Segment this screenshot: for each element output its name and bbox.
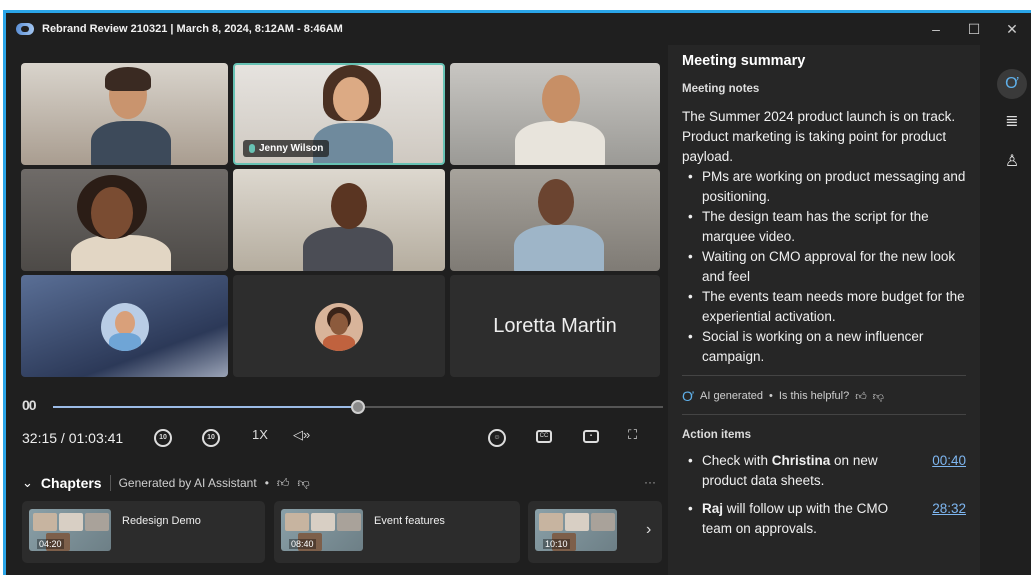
playback-time: 32:15 / 01:03:41 <box>22 430 124 446</box>
close-button[interactable]: ✕ <box>993 21 1031 38</box>
video-tile[interactable]: Loretta Martin <box>450 275 660 377</box>
action-item: Raj will follow up with the CMO team on … <box>688 499 966 539</box>
video-tile[interactable] <box>21 63 228 165</box>
thumbs-down-icon[interactable]: 👎︎ <box>873 390 884 403</box>
minimize-button[interactable]: – <box>917 21 955 37</box>
picture-in-picture-icon[interactable]: ▪ <box>583 430 599 443</box>
action-person: Christina <box>771 453 831 468</box>
progress-thumb[interactable] <box>351 400 365 414</box>
list-item: The design team has the script for the m… <box>688 207 966 247</box>
notes-intro: The Summer 2024 product launch is on tra… <box>682 109 956 164</box>
ai-feedback-row: Ơ AI generated • Is this helpful? 👍︎ 👎︎ <box>682 388 966 404</box>
timestamp-link[interactable]: 00:40 <box>932 451 966 471</box>
chapter-label: Redesign Demo <box>122 515 201 527</box>
chevron-right-icon[interactable]: › <box>646 521 651 539</box>
participants-icon[interactable]: ☺ <box>488 429 506 447</box>
list-item: Social is working on a new influencer ca… <box>688 327 966 367</box>
divider <box>109 475 111 491</box>
video-grid: Jenny Wilson Loretta Martin <box>21 63 663 383</box>
list-item: Waiting on CMO approval for the new look… <box>688 247 966 287</box>
speaker-name-tag: Jenny Wilson <box>243 140 330 157</box>
microphone-icon <box>249 144 255 153</box>
participant-avatar <box>315 303 363 351</box>
video-tile-active-speaker[interactable]: Jenny Wilson <box>233 63 445 165</box>
action-items-list: Check with Christina on new product data… <box>688 451 966 539</box>
generated-by-label: Generated by AI Assistant <box>118 476 257 490</box>
meeting-summary-panel: Meeting summary Meeting notes The Summer… <box>668 45 980 575</box>
chapter-time: 10:10 <box>543 539 570 549</box>
progress-fill <box>53 406 358 408</box>
participant-avatar <box>101 303 149 351</box>
chapter-card[interactable]: 10:10 <box>528 501 662 563</box>
chapter-time: 08:40 <box>289 539 316 549</box>
chapter-thumbnail: 10:10 <box>535 509 617 551</box>
ai-generated-label: AI generated <box>700 390 764 402</box>
notes-list: PMs are working on product messaging and… <box>688 167 966 367</box>
app-logo-icon <box>16 23 34 35</box>
chapter-time: 04:20 <box>37 539 64 549</box>
list-item: The events team needs more budget for th… <box>688 287 966 327</box>
app-window: Rebrand Review 210321 | March 8, 2024, 8… <box>3 10 1031 575</box>
side-rail: Ơ ≣ ♙ <box>992 45 1031 575</box>
action-person: Raj <box>702 501 724 516</box>
divider <box>682 375 966 376</box>
window-controls: – ☐ ✕ <box>917 13 1031 45</box>
maximize-button[interactable]: ☐ <box>955 21 993 38</box>
chapters-header: ⌄ Chapters Generated by AI Assistant • 👍… <box>22 475 310 491</box>
divider <box>682 414 966 415</box>
video-tile[interactable] <box>233 275 445 377</box>
helpful-prompt: Is this helpful? <box>778 390 850 402</box>
action-text: Check with <box>702 453 772 468</box>
more-options-icon[interactable]: ··· <box>644 475 656 489</box>
skip-back-icon[interactable]: 10 <box>154 429 172 447</box>
chapter-thumbnail: 08:40 <box>281 509 363 551</box>
panel-title: Meeting summary <box>682 53 806 69</box>
pause-icon[interactable]: 00 <box>22 397 37 413</box>
participant-name: Loretta Martin <box>493 315 617 337</box>
list-item: PMs are working on product messaging and… <box>688 167 966 207</box>
chapter-thumbnail: 04:20 <box>29 509 111 551</box>
dot-separator: • <box>769 390 773 402</box>
chapter-card[interactable]: 04:20 Redesign Demo <box>22 501 265 563</box>
progress-slider[interactable] <box>53 400 663 414</box>
thumbs-up-icon[interactable]: 👍︎ <box>277 476 290 491</box>
action-items-heading: Action items <box>682 429 752 441</box>
speed-button[interactable]: 1X <box>252 427 268 442</box>
window-title: Rebrand Review 210321 | March 8, 2024, 8… <box>42 23 343 35</box>
notes-heading: Meeting notes <box>682 83 760 95</box>
video-tile[interactable] <box>450 63 660 165</box>
notes-icon[interactable]: ≣ <box>997 107 1027 137</box>
action-text: will follow up with the CMO team on appr… <box>702 501 889 536</box>
video-tile[interactable] <box>233 169 445 271</box>
thumbs-down-icon[interactable]: 👎︎ <box>297 476 309 491</box>
action-item: Check with Christina on new product data… <box>688 451 966 491</box>
chevron-down-icon[interactable]: ⌄ <box>22 475 33 491</box>
video-tile[interactable] <box>450 169 660 271</box>
copilot-icon: Ơ <box>682 388 695 404</box>
video-tile[interactable] <box>21 169 228 271</box>
thumbs-up-icon[interactable]: 👍︎ <box>855 390 867 403</box>
chapter-label: Event features <box>374 515 445 527</box>
chapter-card[interactable]: 08:40 Event features <box>274 501 520 563</box>
copilot-icon[interactable]: Ơ <box>997 69 1027 99</box>
people-icon[interactable]: ♙ <box>997 147 1027 177</box>
speaker-name: Jenny Wilson <box>259 143 324 154</box>
skip-forward-icon[interactable]: 10 <box>202 429 220 447</box>
chapters-title[interactable]: Chapters <box>41 475 102 491</box>
captions-icon[interactable]: CC <box>536 430 552 443</box>
title-bar: Rebrand Review 210321 | March 8, 2024, 8… <box>6 13 1031 45</box>
timestamp-link[interactable]: 28:32 <box>932 499 966 519</box>
video-tile[interactable] <box>21 275 228 377</box>
volume-icon[interactable]: ◁» <box>293 427 310 443</box>
fullscreen-icon[interactable]: ⛶ <box>628 427 637 443</box>
dot-separator: • <box>264 476 269 490</box>
